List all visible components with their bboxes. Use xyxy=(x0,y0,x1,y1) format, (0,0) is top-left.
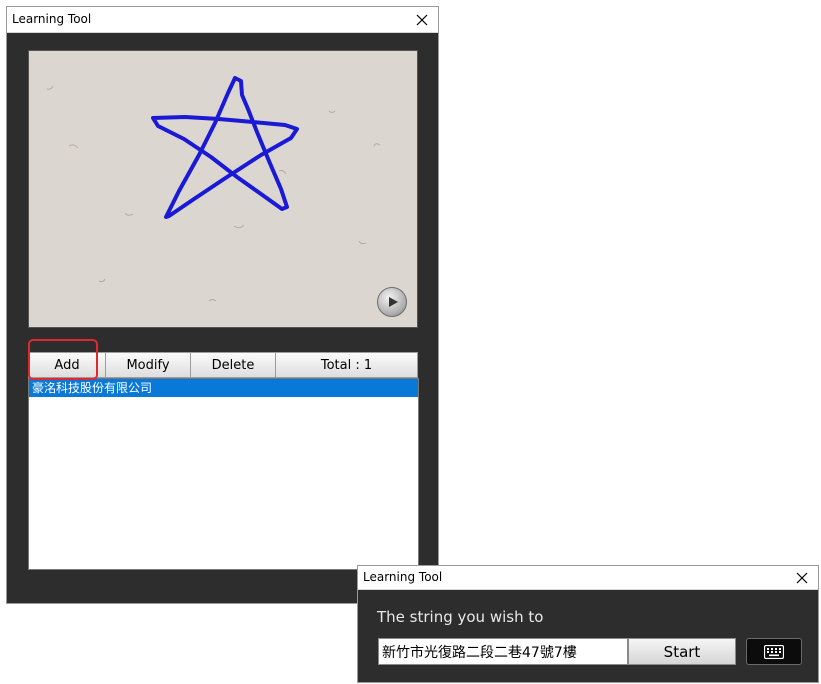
list-item[interactable]: 豪洺科技股份有限公司 xyxy=(29,379,418,397)
close-icon xyxy=(796,572,808,584)
prompt-label: The string you wish to xyxy=(377,608,544,626)
title-bar: Learning Tool xyxy=(7,7,438,33)
play-button[interactable] xyxy=(377,287,407,317)
modify-button[interactable]: Modify xyxy=(105,352,191,378)
keyboard-icon xyxy=(764,645,784,659)
close-icon xyxy=(416,14,428,26)
paper-texture xyxy=(29,51,417,327)
close-button[interactable] xyxy=(410,8,434,32)
window-title: Learning Tool xyxy=(12,12,92,26)
title-bar: Learning Tool xyxy=(358,566,818,590)
learned-strings-list[interactable]: 豪洺科技股份有限公司 xyxy=(28,378,419,570)
handwriting-preview xyxy=(28,50,418,328)
keyboard-button[interactable] xyxy=(746,638,802,665)
string-input[interactable] xyxy=(378,638,628,665)
list-toolbar: Add Modify Delete Total : 1 xyxy=(28,352,419,378)
add-button[interactable]: Add xyxy=(28,352,106,378)
play-icon xyxy=(389,297,398,307)
string-input-window: Learning Tool The string you wish to Sta… xyxy=(357,565,819,683)
total-count: Total : 1 xyxy=(275,352,418,378)
close-button[interactable] xyxy=(790,566,814,590)
start-button[interactable]: Start xyxy=(628,638,736,665)
window-title: Learning Tool xyxy=(363,570,443,584)
delete-button[interactable]: Delete xyxy=(190,352,276,378)
learning-tool-window: Learning Tool Add Modify Delete Total: … xyxy=(6,6,439,604)
